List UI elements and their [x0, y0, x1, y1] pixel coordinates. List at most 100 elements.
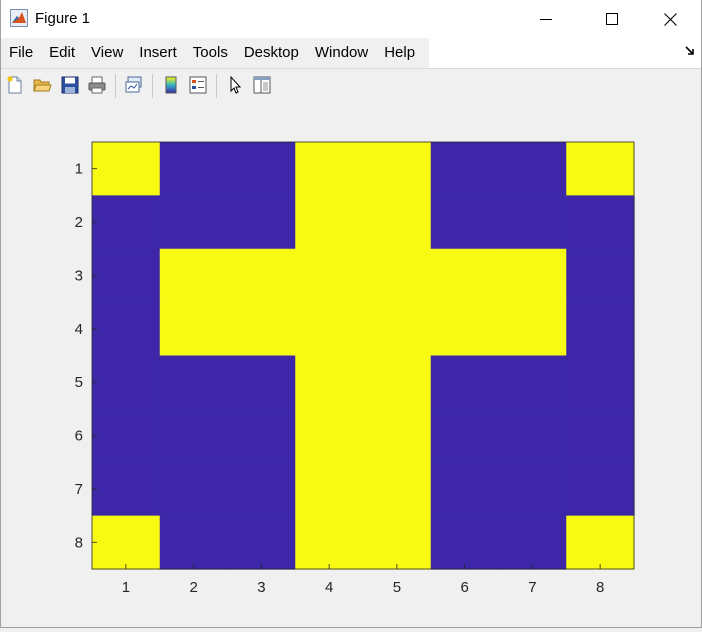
dock-figure-icon[interactable]: [685, 46, 695, 56]
y-tick-label: 1: [75, 161, 83, 178]
x-tick-label: 1: [122, 579, 130, 596]
close-button[interactable]: [647, 0, 693, 38]
heatmap-cell-r4-c1: [92, 302, 161, 357]
menu-bar: File Edit View Insert Tools Desktop Wind…: [1, 38, 701, 68]
legend-button[interactable]: [187, 74, 209, 96]
menu-help[interactable]: Help: [376, 38, 423, 68]
x-tick-label: 4: [325, 579, 333, 596]
heatmap-cell-r2-c4: [295, 195, 364, 250]
heatmap-cell-r8-c5: [363, 515, 432, 570]
edit-plot-button[interactable]: [224, 74, 246, 96]
heatmap-cell-r4-c7: [498, 302, 567, 357]
minimize-button[interactable]: [523, 0, 569, 38]
menu-desktop[interactable]: Desktop: [236, 38, 307, 68]
heatmap-cell-r5-c2: [159, 355, 229, 410]
heatmap-cell-r2-c8: [566, 195, 635, 250]
heatmap-cell-r4-c2: [159, 302, 229, 357]
heatmap-cell-r5-c7: [498, 355, 567, 410]
maximize-icon: [606, 13, 618, 25]
x-tick-label: 6: [460, 579, 468, 596]
heatmap-cell-r7-c7: [498, 462, 567, 517]
matlab-logo-icon: [10, 9, 28, 27]
y-tick-label: 4: [75, 321, 83, 338]
property-editor-button[interactable]: [251, 74, 273, 96]
heatmap-cell-r8-c1: [92, 515, 161, 570]
menu-file[interactable]: File: [1, 38, 41, 68]
open-file-button[interactable]: [31, 74, 53, 96]
close-icon: [663, 12, 677, 26]
maximize-button[interactable]: [589, 0, 635, 38]
heatmap-cell-r1-c3: [227, 142, 296, 196]
window-title: Figure 1: [35, 10, 91, 27]
link-plot-icon: [125, 76, 142, 93]
heatmap-cell-r6-c2: [159, 408, 229, 463]
x-tick-label: 8: [596, 579, 604, 596]
heatmap-cell-r1-c5: [363, 142, 432, 196]
heatmap-cell-r3-c4: [295, 248, 364, 303]
heatmap-cell-r4-c3: [227, 302, 296, 357]
property-editor-icon: [253, 76, 271, 94]
save-icon: [61, 76, 79, 94]
heatmap-cell-r7-c5: [363, 462, 432, 517]
heatmap-cell-r2-c3: [227, 195, 296, 250]
heatmap-cell-r3-c3: [227, 248, 296, 303]
pointer-icon: [230, 75, 242, 94]
heatmap-cell-r4-c4: [295, 302, 364, 357]
title-bar: Figure 1: [1, 0, 701, 38]
heatmap-cell-r4-c5: [363, 302, 432, 357]
heatmap-cell-r7-c8: [566, 462, 635, 517]
heatmap-cell-r6-c5: [363, 408, 432, 463]
colorbar-button[interactable]: [160, 74, 182, 96]
heatmap-cell-r4-c6: [430, 302, 500, 357]
y-tick-label: 3: [75, 267, 83, 284]
heatmap-cell-r6-c8: [566, 408, 635, 463]
heatmap-cell-r6-c7: [498, 408, 567, 463]
toolbar-separator: [216, 74, 217, 98]
new-figure-icon: [7, 76, 22, 94]
heatmap-cell-r3-c6: [430, 248, 500, 303]
heatmap-cell-r2-c1: [92, 195, 161, 250]
heatmap-cell-r8-c3: [227, 515, 296, 570]
link-plot-button[interactable]: [123, 74, 145, 96]
print-button[interactable]: [86, 74, 108, 96]
new-figure-button[interactable]: [4, 74, 26, 96]
figure-canvas: 1 2 3 4 5 6 7 8 1 2 3 4 5 6 7 8: [1, 102, 701, 627]
heatmap-cell-r7-c4: [295, 462, 364, 517]
heatmap-cell-r1-c1: [92, 142, 161, 196]
heatmap-cell-r7-c2: [159, 462, 229, 517]
heatmap-cell-r8-c2: [159, 515, 229, 570]
heatmap-cell-r1-c2: [159, 142, 229, 196]
heatmap-cell-r3-c7: [498, 248, 567, 303]
menu-view[interactable]: View: [83, 38, 131, 68]
x-tick-label: 2: [189, 579, 197, 596]
heatmap-cell-r3-c5: [363, 248, 432, 303]
minimize-icon: [540, 19, 552, 20]
y-tick-label: 2: [75, 214, 83, 231]
open-file-icon: [33, 79, 52, 92]
heatmap-cell-r8-c8: [566, 515, 635, 570]
menu-window[interactable]: Window: [307, 38, 376, 68]
heatmap-cell-r3-c8: [566, 248, 635, 303]
colorbar-icon: [165, 76, 177, 94]
heatmap-cell-r4-c8: [566, 302, 635, 357]
menu-insert[interactable]: Insert: [131, 38, 185, 68]
menu-tools[interactable]: Tools: [185, 38, 236, 68]
heatmap-axes[interactable]: 1 2 3 4 5 6 7 8 1 2 3 4 5 6 7 8: [1, 102, 701, 627]
heatmap-cell-r7-c3: [227, 462, 296, 517]
y-tick-label: 7: [75, 481, 83, 498]
y-tick-label: 6: [75, 428, 83, 445]
toolbar-separator: [115, 74, 116, 98]
heatmap-cell-r2-c5: [363, 195, 432, 250]
heatmap-cell-r1-c8: [566, 142, 635, 196]
save-button[interactable]: [59, 74, 81, 96]
heatmap-cell-r3-c2: [159, 248, 229, 303]
heatmap-cell-r3-c1: [92, 248, 161, 303]
x-tick-label: 5: [393, 579, 401, 596]
heatmap-cell-r1-c7: [498, 142, 567, 196]
menu-edit[interactable]: Edit: [41, 38, 83, 68]
heatmap-cell-r5-c3: [227, 355, 296, 410]
heatmap-cell-r2-c6: [430, 195, 500, 250]
heatmap-cell-r8-c7: [498, 515, 567, 570]
y-tick-label: 5: [75, 374, 83, 391]
legend-icon: [189, 76, 207, 94]
